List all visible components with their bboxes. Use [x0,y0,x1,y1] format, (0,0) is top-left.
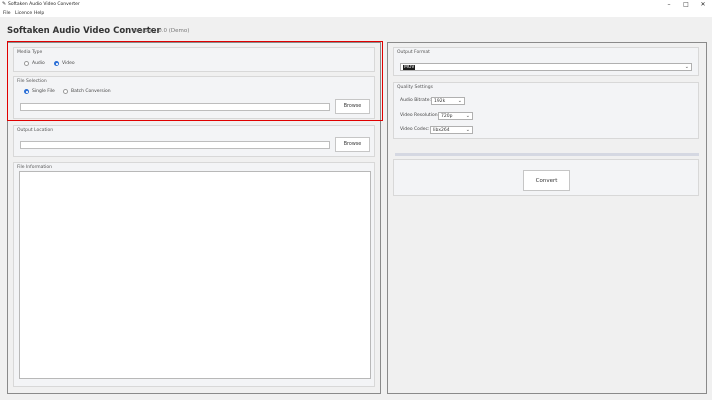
output-location-group: Output Location Browse [13,125,375,157]
radio-batch-conversion[interactable]: Batch Conversion [63,89,111,94]
output-format-select[interactable]: MOV ⌄ [400,63,692,71]
output-location-label: Output Location [17,128,54,133]
video-codec-value: libx264 [433,127,450,133]
radio-audio[interactable]: Audio [24,61,45,66]
output-path-input[interactable] [20,141,330,149]
version-label: Version 1.0.0 (Demo) [131,28,190,34]
audio-bitrate-label: Audio Bitrate: [400,98,431,103]
menu-help[interactable]: Help [34,11,44,16]
file-selection-group: File Selection Single File Batch Convers… [13,76,375,119]
audio-bitrate-value: 192k [434,98,446,104]
menu-bar: File Licence Help [0,9,712,17]
video-resolution-value: 720p [441,113,453,119]
video-codec-select[interactable]: libx264 ⌄ [430,125,473,134]
radio-video-label: Video [62,61,75,66]
chevron-down-icon: ⌄ [465,112,470,119]
convert-group: Convert [393,159,699,196]
file-browse-button[interactable]: Browse [335,99,370,114]
close-icon[interactable]: ✕ [694,0,712,9]
output-browse-button[interactable]: Browse [335,137,370,152]
media-type-label: Media Type [17,50,43,55]
radio-batch-conversion-dot[interactable] [63,89,68,94]
radio-audio-dot[interactable] [24,61,29,66]
menu-licence[interactable]: Licence [15,11,32,16]
left-panel: Media Type Audio Video File Selection Si… [7,42,381,394]
quality-settings-group: Quality Settings Audio Bitrate: 192k ⌄ V… [393,82,699,139]
progress-bar [395,153,699,156]
media-type-group: Media Type Audio Video [13,47,375,72]
file-information-area[interactable] [19,171,371,379]
chevron-down-icon: ⌄ [465,126,470,133]
radio-single-file[interactable]: Single File [24,89,55,94]
radio-single-file-dot[interactable] [24,89,29,94]
chevron-down-icon: ⌄ [457,97,462,104]
output-format-group: Output Format MOV ⌄ [393,47,699,76]
file-information-label: File Information [17,165,53,170]
menu-file[interactable]: File [3,11,11,16]
right-panel: Output Format MOV ⌄ Quality Settings Aud… [387,42,707,394]
radio-video[interactable]: Video [54,61,75,66]
convert-button[interactable]: Convert [523,170,570,191]
radio-audio-label: Audio [32,61,45,66]
quality-settings-label: Quality Settings [397,85,433,90]
app-icon: ✎ [2,1,7,7]
audio-bitrate-select[interactable]: 192k ⌄ [431,96,465,105]
file-path-input[interactable] [20,103,330,111]
video-resolution-select[interactable]: 720p ⌄ [438,111,473,120]
minimize-icon[interactable]: – [660,0,678,9]
radio-batch-conversion-label: Batch Conversion [71,89,111,94]
output-format-value: MOV [403,65,416,70]
file-selection-label: File Selection [17,79,47,84]
chevron-down-icon: ⌄ [684,64,689,70]
file-information-group: File Information [13,162,375,387]
title-bar: ✎ Softaken Audio Video Converter – □ ✕ [0,0,712,9]
radio-video-dot[interactable] [54,61,59,66]
radio-single-file-label: Single File [32,89,55,94]
output-format-label: Output Format [397,50,430,55]
window-title: Softaken Audio Video Converter [8,1,80,7]
video-codec-label: Video Codec: [400,127,430,132]
video-resolution-label: Video Resolution: [400,113,440,118]
maximize-icon[interactable]: □ [677,0,695,9]
